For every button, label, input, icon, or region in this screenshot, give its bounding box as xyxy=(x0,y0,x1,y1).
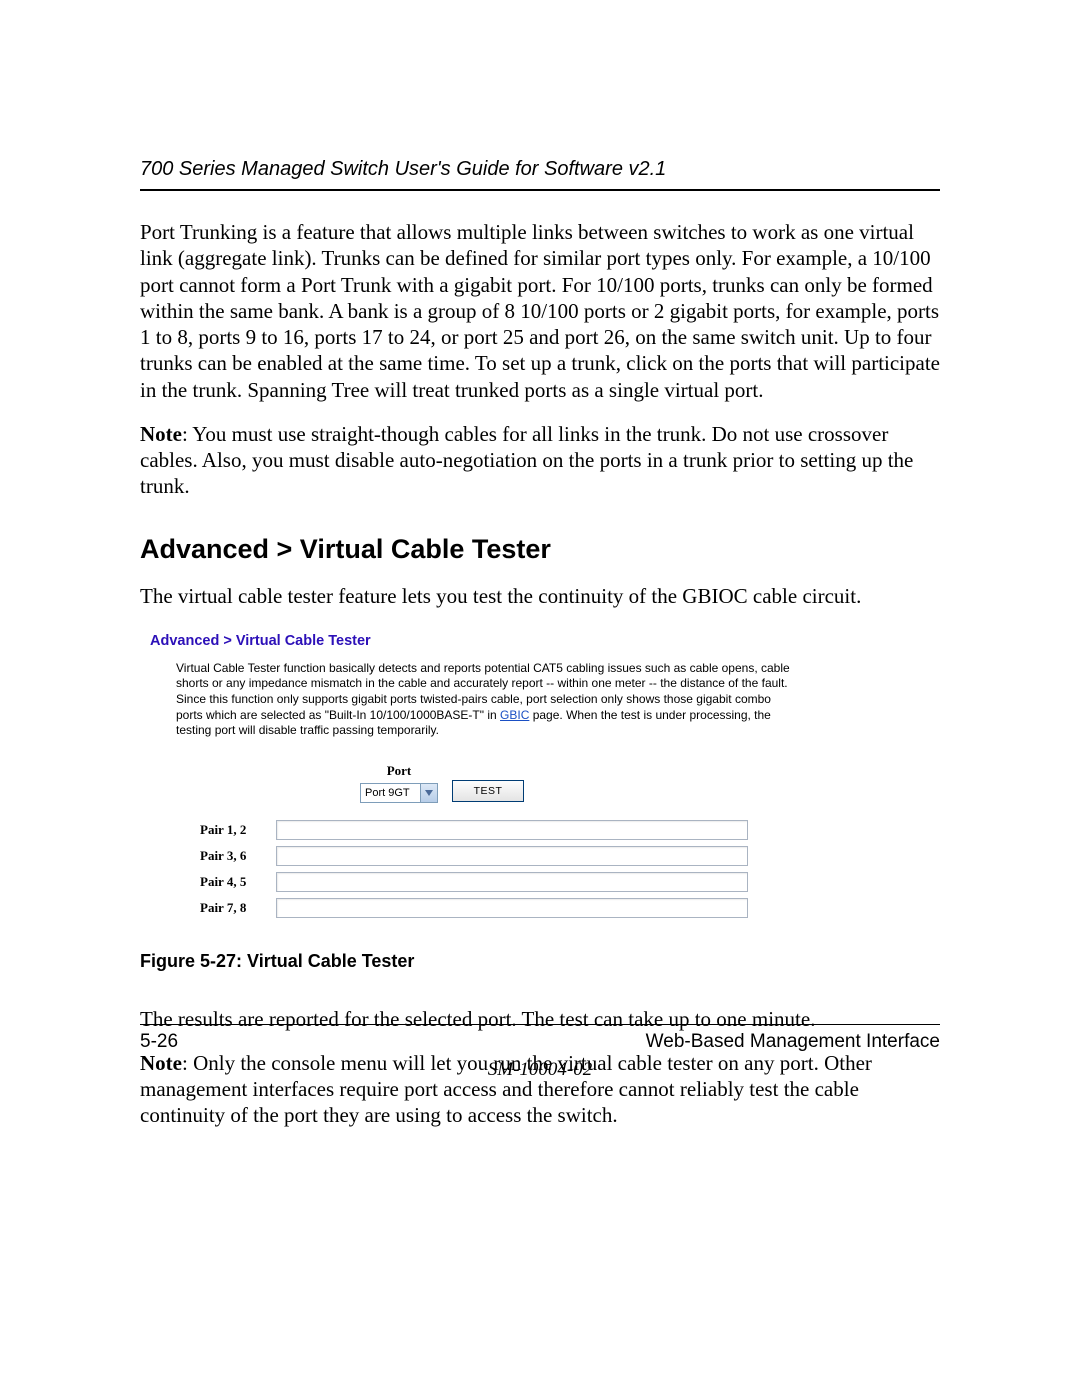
footer-section-title: Web-Based Management Interface xyxy=(646,1031,940,1053)
figure-caption: Figure 5-27: Virtual Cable Tester xyxy=(140,951,940,972)
section-heading-vct: Advanced > Virtual Cable Tester xyxy=(140,534,940,565)
table-row: Pair 7, 8 xyxy=(200,895,760,921)
pair-label: Pair 4, 5 xyxy=(200,869,276,895)
paragraph-vct-intro: The virtual cable tester feature lets yo… xyxy=(140,583,940,609)
pair-label: Pair 7, 8 xyxy=(200,895,276,921)
pair-result-field xyxy=(276,820,748,840)
running-header: 700 Series Managed Switch User's Guide f… xyxy=(140,158,940,181)
port-select[interactable]: Port 9GT xyxy=(360,783,438,803)
note-text: : You must use straight-though cables fo… xyxy=(140,422,913,499)
divider-top xyxy=(140,189,940,191)
test-button[interactable]: TEST xyxy=(452,780,524,802)
figure-breadcrumb: Advanced > Virtual Cable Tester xyxy=(150,633,800,649)
port-select-value: Port 9GT xyxy=(361,784,420,802)
gbic-link[interactable]: GBIC xyxy=(500,708,529,722)
table-row: Pair 1, 2 xyxy=(200,817,760,843)
page-number: 5-26 xyxy=(140,1031,178,1053)
note-label: Note xyxy=(140,422,182,446)
document-id: SM-10004-02 xyxy=(140,1059,940,1081)
pair-label: Pair 1, 2 xyxy=(200,817,276,843)
figure-description: Virtual Cable Tester function basically … xyxy=(176,661,800,739)
divider-bottom xyxy=(140,1024,940,1025)
pair-result-field xyxy=(276,846,748,866)
table-row: Pair 4, 5 xyxy=(200,869,760,895)
chevron-down-icon xyxy=(425,790,433,796)
pair-result-field xyxy=(276,898,748,918)
port-test-row: Port Port 9GT TEST xyxy=(360,763,800,803)
figure-vct: Advanced > Virtual Cable Tester Virtual … xyxy=(140,627,940,931)
pair-result-field xyxy=(276,872,748,892)
pair-results-table: Pair 1, 2 Pair 3, 6 Pair 4, 5 Pair 7, 8 xyxy=(200,817,760,921)
port-select-dropdown-button[interactable] xyxy=(420,784,437,802)
pair-label: Pair 3, 6 xyxy=(200,843,276,869)
paragraph-port-trunking: Port Trunking is a feature that allows m… xyxy=(140,219,940,403)
table-row: Pair 3, 6 xyxy=(200,843,760,869)
note-straight-through: Note: You must use straight-though cable… xyxy=(140,421,940,500)
page-footer: 5-26 Web-Based Management Interface SM-1… xyxy=(140,1024,940,1081)
port-column-label: Port xyxy=(387,763,412,779)
